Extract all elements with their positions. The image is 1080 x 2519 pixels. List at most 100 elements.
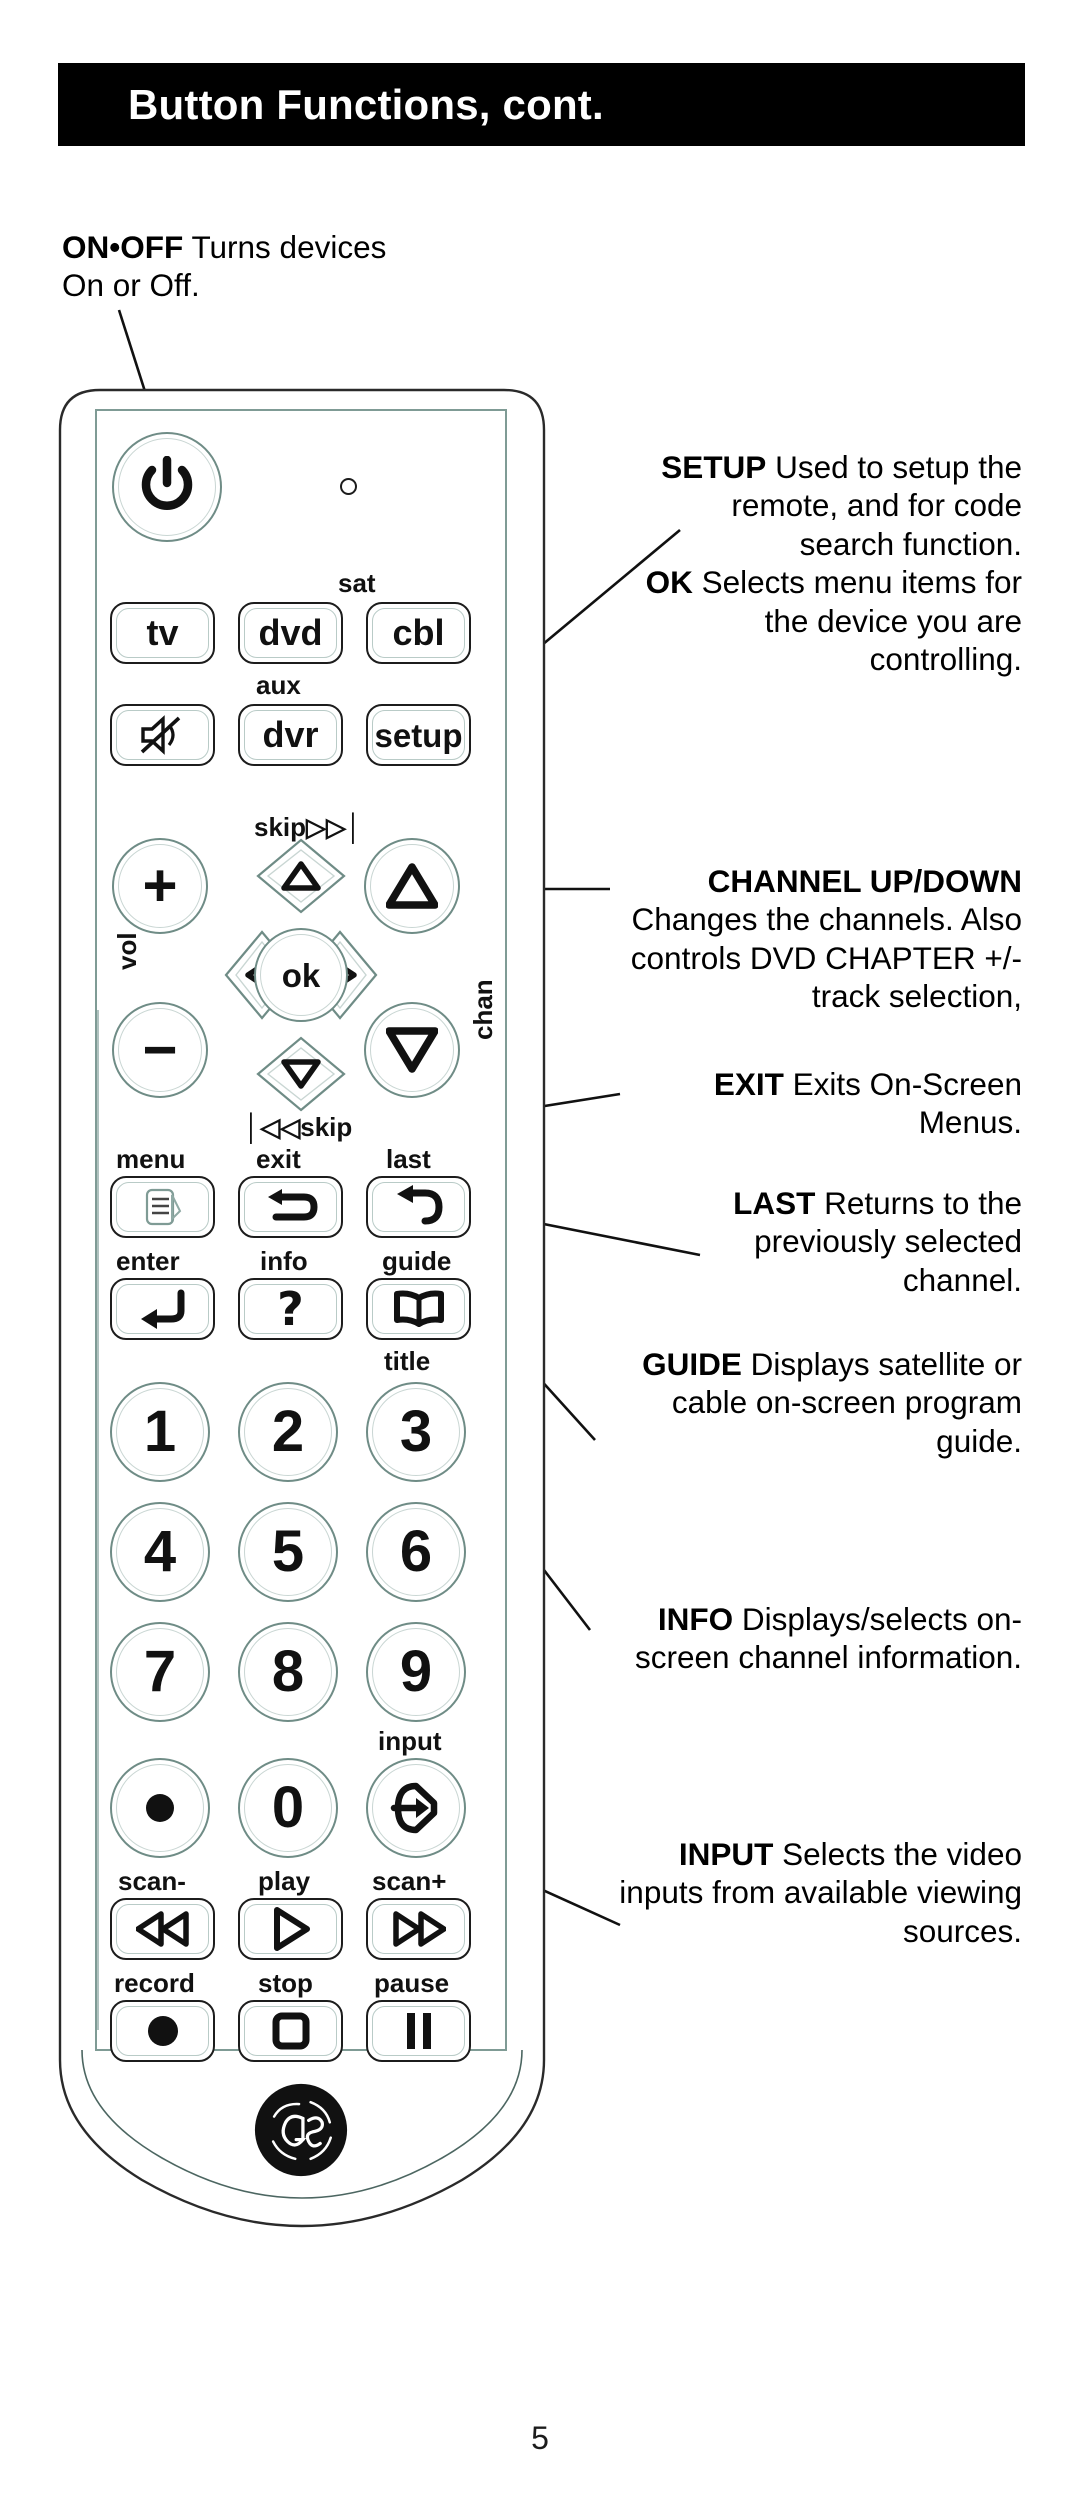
enter-button[interactable] <box>110 1278 215 1340</box>
stop-caption: stop <box>258 1968 313 1998</box>
guide-button[interactable] <box>366 1278 471 1340</box>
info-button-ring <box>244 1284 337 1334</box>
callout-setup-paragraph: SETUP Used to setup the remote, and for … <box>630 448 1022 563</box>
key-9-ring <box>372 1628 460 1716</box>
dvr-button[interactable]: dvr <box>238 704 343 766</box>
key-6-ring <box>372 1508 460 1596</box>
scan-minus-caption: scan- <box>118 1866 186 1896</box>
last-button[interactable] <box>366 1176 471 1238</box>
page-header-banner: Button Functions, cont. <box>58 63 1025 146</box>
record-button-ring <box>116 2006 209 2056</box>
setup-button[interactable]: setup <box>366 704 471 766</box>
callout-info: INFO Displays/selects on-screen channel … <box>622 1600 1022 1677</box>
stop-button[interactable] <box>238 2000 343 2062</box>
callout-on-off: ON•OFF Turns devices On or Off. <box>62 228 392 305</box>
cbl-button[interactable]: cbl <box>366 602 471 664</box>
key-6-button[interactable]: 6 <box>366 1502 466 1602</box>
callout-body-setup: Used to setup the remote, and for code s… <box>731 449 1022 562</box>
enter-caption: enter <box>116 1246 180 1276</box>
ok-button-ring <box>260 934 342 1016</box>
play-button[interactable] <box>238 1898 343 1960</box>
volume-down-button[interactable]: − <box>112 1002 208 1098</box>
tv-button-ring <box>116 608 209 658</box>
key-4-ring <box>116 1508 204 1596</box>
key-4-button[interactable]: 4 <box>110 1502 210 1602</box>
key-7-ring <box>116 1628 204 1716</box>
page-title: Button Functions, cont. <box>128 80 604 128</box>
key-0-ring <box>244 1764 332 1852</box>
info-caption: info <box>260 1246 308 1276</box>
exit-button[interactable] <box>238 1176 343 1238</box>
stop-button-ring <box>244 2006 337 2056</box>
enter-button-ring <box>116 1284 209 1334</box>
mute-button-ring <box>116 710 209 760</box>
key-2-ring <box>244 1388 332 1476</box>
nav-up-button <box>256 838 346 914</box>
record-caption: record <box>114 1968 195 1998</box>
pause-button-ring <box>372 2006 465 2056</box>
key-1-button[interactable]: 1 <box>110 1382 210 1482</box>
cbl-secondary-label: sat <box>338 568 376 598</box>
key-8-button[interactable]: 8 <box>238 1622 338 1722</box>
callout-input: INPUT Selects the video inputs from avai… <box>602 1835 1022 1950</box>
key-1-ring <box>116 1388 204 1476</box>
remote-faceplate: sat tv dvd cbl aux dvr setup skip▷▷│ + v… <box>96 410 506 2177</box>
info-button[interactable]: ? <box>238 1278 343 1340</box>
callout-body-channel: Changes the channels. Also controls DVD … <box>630 901 1022 1015</box>
callout-term-exit: EXIT <box>713 1066 784 1102</box>
fast-forward-button[interactable] <box>366 1898 471 1960</box>
callout-term-ok: OK <box>645 564 693 601</box>
cbl-button-ring <box>372 608 465 658</box>
dot-button[interactable] <box>110 1758 210 1858</box>
power-button[interactable] <box>112 432 222 542</box>
callout-term-guide: GUIDE <box>642 1346 742 1382</box>
title-caption: title <box>384 1346 431 1376</box>
channel-down-skip-caption: │◁◁skip <box>244 1112 353 1142</box>
last-button-ring <box>372 1182 465 1232</box>
callout-channel-up-down: CHANNEL UP/DOWN Changes the channels. Al… <box>592 862 1022 1016</box>
play-caption: play <box>258 1866 311 1896</box>
setup-button-ring <box>372 710 465 760</box>
menu-caption: menu <box>116 1144 186 1174</box>
tv-button[interactable]: tv <box>110 602 215 664</box>
page-number: 5 <box>531 2420 549 2456</box>
guide-button-ring <box>372 1284 465 1334</box>
mute-button[interactable] <box>110 704 215 766</box>
input-button[interactable] <box>366 1758 466 1858</box>
channel-side-label: chan <box>468 979 498 1040</box>
key-3-button[interactable]: 3 <box>366 1382 466 1482</box>
led-indicator-icon <box>340 478 357 495</box>
callout-body-ok: Selects menu items for the device you ar… <box>692 564 1022 678</box>
volume-side-label: vol <box>112 932 142 970</box>
volume-down-ring <box>118 1008 202 1092</box>
volume-up-ring <box>118 844 202 928</box>
callout-term-channel: CHANNEL UP/DOWN <box>707 863 1022 899</box>
ok-button[interactable]: ok <box>254 928 348 1022</box>
callout-ok-paragraph: OK Selects menu items for the device you… <box>630 563 1022 678</box>
pause-button[interactable] <box>366 2000 471 2062</box>
remote-control-illustration: sat tv dvd cbl aux dvr setup skip▷▷│ + v… <box>52 370 552 2250</box>
record-button[interactable] <box>110 2000 215 2062</box>
manual-page: Button Functions, cont. ON•OFF Turns dev… <box>0 0 1080 2519</box>
pause-caption: pause <box>374 1968 450 1998</box>
key-5-ring <box>244 1508 332 1596</box>
rewind-button[interactable] <box>110 1898 215 1960</box>
key-7-button[interactable]: 7 <box>110 1622 210 1722</box>
callout-term-setup: SETUP <box>661 449 767 485</box>
volume-up-button[interactable]: + <box>112 838 208 934</box>
input-button-ring <box>372 1764 460 1852</box>
exit-button-ring <box>244 1182 337 1232</box>
callout-exit: EXIT Exits On-Screen Menus. <box>630 1065 1022 1142</box>
dvd-button[interactable]: dvd <box>238 602 343 664</box>
callout-body-exit: Exits On-Screen Menus. <box>783 1066 1022 1141</box>
dvr-button-ring <box>244 710 337 760</box>
scan-plus-caption: scan+ <box>372 1866 447 1896</box>
key-0-button[interactable]: 0 <box>238 1758 338 1858</box>
key-9-button[interactable]: 9 <box>366 1622 466 1722</box>
key-5-button[interactable]: 5 <box>238 1502 338 1602</box>
dot-button-ring <box>116 1764 204 1852</box>
menu-button[interactable] <box>110 1176 215 1238</box>
key-2-button[interactable]: 2 <box>238 1382 338 1482</box>
dvd-button-ring <box>244 608 337 658</box>
callout-setup-ok: SETUP Used to setup the remote, and for … <box>630 448 1022 679</box>
